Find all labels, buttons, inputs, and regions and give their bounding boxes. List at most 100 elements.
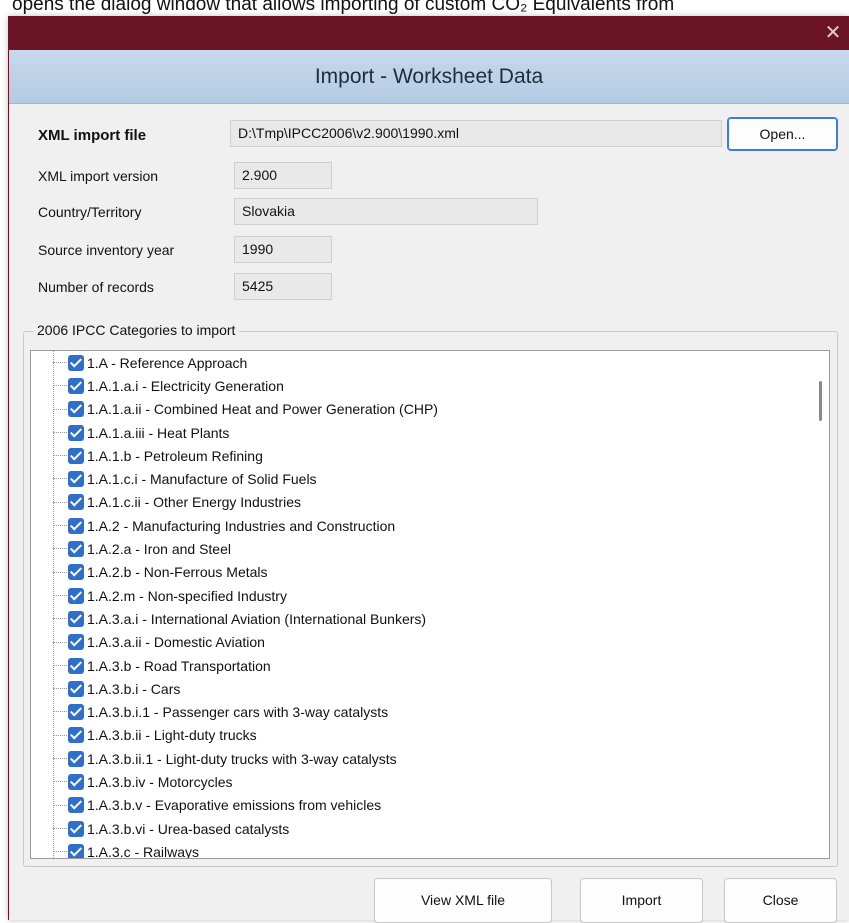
tree-connector (53, 827, 67, 829)
checkbox-checked-icon[interactable] (68, 377, 84, 394)
tree-item-label: 1.A.2.a - Iron and Steel (87, 541, 231, 558)
checkbox-checked-icon[interactable] (68, 727, 84, 744)
tree-item[interactable]: 1.A.3.c - Railways (31, 840, 438, 859)
tree-connector (53, 594, 67, 596)
source-year-label: Source inventory year (38, 242, 175, 258)
tree-item-label: 1.A.2.b - Non-Ferrous Metals (87, 564, 268, 581)
close-icon[interactable]: ✕ (819, 18, 847, 46)
checkbox-checked-icon[interactable] (68, 471, 84, 488)
tree-item-label: 1.A.1.a.ii - Combined Heat and Power Gen… (87, 401, 438, 418)
xml-import-version-label: XML import version (38, 168, 159, 184)
checkbox-checked-icon[interactable] (68, 354, 84, 371)
tree-item-label: 1.A.1.c.i - Manufacture of Solid Fuels (87, 471, 317, 488)
checkbox-checked-icon[interactable] (68, 797, 84, 814)
tree-item-label: 1.A.1.b - Petroleum Refining (87, 447, 263, 464)
tree-connector (53, 525, 67, 527)
tree-item[interactable]: 1.A.3.b.ii.1 - Light-duty trucks with 3-… (31, 747, 438, 770)
import-dialog: ✕ Import - Worksheet Data XML import fil… (8, 16, 849, 923)
checkbox-checked-icon[interactable] (68, 680, 84, 697)
tree-connector (53, 804, 67, 806)
tree-item-label: 1.A.3.b.ii.1 - Light-duty trucks with 3-… (87, 750, 397, 767)
open-button[interactable]: Open... (727, 117, 838, 151)
tree-item-label: 1.A.1.a.i - Electricity Generation (87, 377, 284, 394)
tree-item[interactable]: 1.A.2.a - Iron and Steel (31, 537, 438, 560)
tree-item[interactable]: 1.A.3.b.ii - Light-duty trucks (31, 724, 438, 747)
checkbox-checked-icon[interactable] (68, 820, 84, 837)
checkbox-checked-icon[interactable] (68, 564, 84, 581)
import-button[interactable]: Import (580, 878, 703, 923)
checkbox-checked-icon[interactable] (68, 773, 84, 790)
tree-item[interactable]: 1.A.2 - Manufacturing Industries and Con… (31, 514, 438, 537)
window-titlebar: ✕ (9, 16, 849, 50)
tree-connector (53, 618, 67, 620)
tree-item[interactable]: 1.A.1.a.ii - Combined Heat and Power Gen… (31, 398, 438, 421)
tree-item[interactable]: 1.A.1.a.iii - Heat Plants (31, 421, 438, 444)
tree-item[interactable]: 1.A.1.a.i - Electricity Generation (31, 374, 438, 397)
tree-item-label: 1.A.2 - Manufacturing Industries and Con… (87, 517, 396, 534)
checkbox-checked-icon[interactable] (68, 424, 84, 441)
tree-item[interactable]: 1.A.3.b.i - Cars (31, 677, 438, 700)
tree-item[interactable]: 1.A.1.c.i - Manufacture of Solid Fuels (31, 467, 438, 490)
tree-item[interactable]: 1.A.2.m - Non-specified Industry (31, 584, 438, 607)
tree-connector (53, 478, 67, 480)
tree-connector (53, 571, 67, 573)
tree-item-label: 1.A.3.b.vi - Urea-based catalysts (87, 820, 290, 837)
tree-item[interactable]: 1.A.3.b.v - Evaporative emissions from v… (31, 794, 438, 817)
xml-import-version-field: 2.900 (234, 162, 332, 189)
xml-import-file-field[interactable]: D:\Tmp\IPCC2006\v2.900\1990.xml (230, 120, 722, 147)
checkbox-checked-icon[interactable] (68, 517, 84, 534)
tree-item[interactable]: 1.A.1.b - Petroleum Refining (31, 444, 438, 467)
checkbox-checked-icon[interactable] (68, 541, 84, 558)
tree-item-label: 1.A - Reference Approach (87, 354, 248, 371)
records-label: Number of records (38, 279, 154, 295)
country-label: Country/Territory (38, 204, 142, 220)
checkbox-checked-icon[interactable] (68, 447, 84, 464)
tree-item[interactable]: 1.A.3.b - Road Transportation (31, 654, 438, 677)
tree-connector (53, 362, 67, 363)
checkbox-checked-icon[interactable] (68, 634, 84, 651)
tree-item[interactable]: 1.A - Reference Approach (31, 351, 438, 374)
tree-connector (53, 734, 67, 736)
checkbox-checked-icon[interactable] (68, 494, 84, 511)
close-button[interactable]: Close (724, 878, 837, 923)
tree-item[interactable]: 1.A.3.a.i - International Aviation (Inte… (31, 607, 438, 630)
tree-item[interactable]: 1.A.3.b.i.1 - Passenger cars with 3-way … (31, 700, 438, 723)
scrollbar-thumb[interactable] (819, 381, 822, 421)
tree-item[interactable]: 1.A.3.b.iv - Motorcycles (31, 770, 438, 793)
checkbox-checked-icon[interactable] (68, 657, 84, 674)
categories-tree[interactable]: 1.A - Reference Approach 1.A.1.a.i - Elec… (30, 350, 830, 859)
tree-item-label: 1.A.1.a.iii - Heat Plants (87, 424, 230, 441)
open-button-label: Open... (759, 126, 806, 142)
tree-connector (53, 711, 67, 713)
tree-item-label: 1.A.3.b.iv - Motorcycles (87, 773, 233, 790)
tree-item[interactable]: 1.A.3.b.vi - Urea-based catalysts (31, 817, 438, 840)
source-year-field: 1990 (234, 236, 332, 263)
document-caption: opens the dialog window that allows impo… (12, 0, 675, 15)
checkbox-checked-icon[interactable] (68, 610, 84, 627)
tree-connector (53, 781, 67, 783)
tree-item-label: 1.A.3.b.i.1 - Passenger cars with 3-way … (87, 704, 389, 721)
xml-import-file-label: XML import file (38, 127, 147, 144)
tree-item-label: 1.A.3.a.ii - Domestic Aviation (87, 634, 265, 651)
tree-item[interactable]: 1.A.2.b - Non-Ferrous Metals (31, 561, 438, 584)
tree-connector (53, 664, 67, 666)
tree-connector (53, 758, 67, 760)
checkbox-checked-icon[interactable] (68, 587, 84, 604)
tree-item[interactable]: 1.A.1.c.ii - Other Energy Industries (31, 491, 438, 514)
records-field: 5425 (234, 273, 332, 300)
tree-item-label: 1.A.2.m - Non-specified Industry (87, 587, 287, 604)
checkbox-checked-icon[interactable] (68, 704, 84, 721)
tree-list: 1.A - Reference Approach 1.A.1.a.i - Elec… (31, 351, 438, 859)
tree-item-label: 1.A.3.b.v - Evaporative emissions from v… (87, 797, 382, 814)
tree-item-label: 1.A.3.b.i - Cars (87, 680, 181, 697)
tree-connector (53, 455, 67, 457)
checkbox-checked-icon[interactable] (68, 750, 84, 767)
tree-item-label: 1.A.3.c - Railways (87, 843, 200, 859)
tree-connector (53, 385, 67, 387)
checkbox-checked-icon[interactable] (68, 843, 84, 858)
tree-item[interactable]: 1.A.3.a.ii - Domestic Aviation (31, 631, 438, 654)
tree-connector (53, 548, 67, 550)
view-xml-button[interactable]: View XML file (374, 878, 552, 923)
dialog-title: Import - Worksheet Data (9, 50, 849, 104)
checkbox-checked-icon[interactable] (68, 401, 84, 418)
